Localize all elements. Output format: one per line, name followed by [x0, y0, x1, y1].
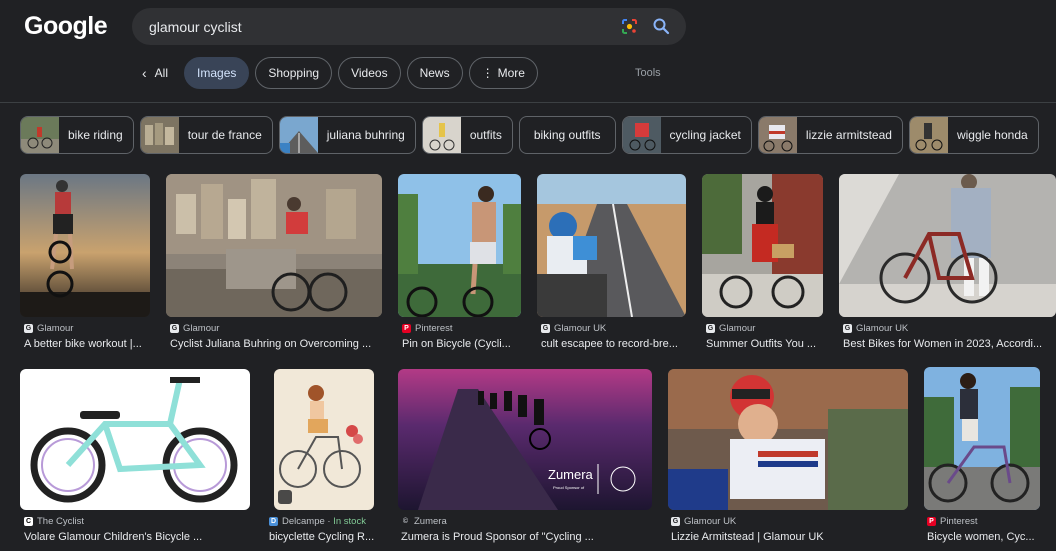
result-source[interactable]: G Glamour UK — [671, 516, 736, 527]
result-caption[interactable]: A better bike workout |... — [24, 338, 150, 350]
result-image[interactable] — [274, 369, 374, 510]
result-source[interactable]: P Pinterest — [927, 516, 978, 527]
chip-thumbnail — [21, 117, 59, 153]
result-image[interactable]: Zumera Proud Sponsor of — [398, 369, 652, 510]
glamour-favicon-icon: G — [541, 324, 550, 333]
pinterest-favicon-icon: P — [402, 324, 411, 333]
result-caption[interactable]: Volare Glamour Children's Bicycle ... — [24, 531, 250, 543]
result-image[interactable] — [20, 174, 150, 317]
image-result-6[interactable]: G Glamour UK Best Bikes for Women in 202… — [839, 174, 1056, 354]
image-result-4[interactable]: G Glamour UK cult escapee to record-bre.… — [537, 174, 686, 354]
chip-wiggle-honda[interactable]: wiggle honda — [908, 116, 1039, 154]
image-result-1[interactable]: G Glamour A better bike workout |... — [20, 174, 150, 354]
image-result-5[interactable]: G Glamour Summer Outfits You ... — [702, 174, 823, 354]
refinement-chips: bike riding tour de france juliana buhri… — [20, 116, 1045, 154]
result-image[interactable] — [537, 174, 686, 317]
chip-thumbnail — [622, 117, 661, 153]
tab-all[interactable]: ‹ All — [136, 57, 178, 89]
result-source[interactable]: G Glamour UK — [843, 323, 908, 334]
result-caption[interactable]: Cyclist Juliana Buhring on Overcoming ..… — [170, 338, 382, 350]
search-icon[interactable] — [652, 17, 670, 35]
image-result-3[interactable]: P Pinterest Pin on Bicycle (Cycli... — [398, 174, 521, 354]
chip-tour-de-france[interactable]: tour de france — [139, 116, 273, 154]
result-caption[interactable]: bicyclette Cycling R... — [269, 531, 379, 543]
zumera-overlay-brand: Zumera — [548, 467, 594, 482]
image-result-7[interactable]: C The Cyclist Volare Glamour Children's … — [20, 369, 250, 549]
result-caption[interactable]: cult escapee to record-bre... — [541, 338, 686, 350]
header-divider — [0, 102, 1056, 103]
image-result-2[interactable]: G Glamour Cyclist Juliana Buhring on Ove… — [166, 174, 382, 354]
chip-lizzie-armitstead[interactable]: lizzie armitstead — [757, 116, 903, 154]
glamour-favicon-icon: G — [706, 324, 715, 333]
result-image[interactable] — [839, 174, 1056, 317]
chip-outfits[interactable]: outfits — [421, 116, 513, 154]
image-result-9[interactable]: Zumera Proud Sponsor of © Zumera Zumera … — [398, 369, 652, 549]
result-image[interactable] — [668, 369, 908, 510]
tools-button[interactable]: Tools — [635, 67, 661, 79]
chip-thumbnail — [422, 117, 461, 153]
chip-cycling-jacket[interactable]: cycling jacket — [621, 116, 752, 154]
result-source[interactable]: G Glamour — [706, 323, 755, 334]
result-image[interactable] — [702, 174, 823, 317]
chip-biking-outfits[interactable]: biking outfits — [518, 116, 616, 154]
result-caption[interactable]: Lizzie Armitstead | Glamour UK — [671, 531, 908, 543]
in-stock-badge: In stock — [333, 516, 366, 527]
search-input[interactable] — [149, 18, 599, 35]
image-result-11[interactable]: P Pinterest Bicycle women, Cyc... — [924, 367, 1040, 549]
result-source[interactable]: G Glamour UK — [541, 323, 606, 334]
tab-shopping[interactable]: Shopping — [255, 57, 333, 89]
glamour-favicon-icon: G — [24, 324, 33, 333]
result-source[interactable]: G Glamour — [24, 323, 73, 334]
search-box[interactable] — [132, 8, 686, 45]
glamour-favicon-icon: G — [671, 517, 680, 526]
result-source[interactable]: © Zumera — [401, 516, 447, 527]
pinterest-favicon-icon: P — [927, 517, 936, 526]
image-result-8[interactable]: D Delcampe · In stock bicyclette Cycling… — [266, 369, 374, 549]
tab-images[interactable]: Images — [184, 57, 250, 89]
google-logo[interactable]: Google — [24, 12, 108, 41]
glamour-favicon-icon: G — [170, 324, 179, 333]
chip-bike-riding[interactable]: bike riding — [20, 116, 134, 154]
result-source[interactable]: D Delcampe · In stock — [269, 516, 366, 527]
result-caption[interactable]: Bicycle women, Cyc... — [927, 531, 1040, 543]
result-caption[interactable]: Pin on Bicycle (Cycli... — [402, 338, 521, 350]
glamour-favicon-icon: G — [843, 324, 852, 333]
image-result-10[interactable]: G Glamour UK Lizzie Armitstead | Glamour… — [668, 369, 908, 549]
chip-juliana-buhring[interactable]: juliana buhring — [278, 116, 416, 154]
tab-news[interactable]: News — [406, 57, 463, 89]
search-tabs: ‹ All Images Shopping Videos News ⋮ More — [136, 57, 544, 89]
tab-more[interactable]: ⋮ More — [468, 57, 538, 89]
delcampe-favicon-icon: D — [269, 517, 278, 526]
result-caption[interactable]: Best Bikes for Women in 2023, Accordi... — [843, 338, 1054, 350]
result-source[interactable]: P Pinterest — [402, 323, 453, 334]
result-image[interactable] — [166, 174, 382, 317]
chip-thumbnail — [140, 117, 179, 153]
tab-videos[interactable]: Videos — [338, 57, 401, 89]
cyclist-favicon-icon: C — [24, 517, 33, 526]
tag-icon — [278, 490, 292, 504]
result-source[interactable]: C The Cyclist — [24, 516, 84, 527]
result-image[interactable] — [924, 367, 1040, 510]
result-source[interactable]: G Glamour — [170, 323, 219, 334]
result-caption[interactable]: Summer Outfits You ... — [706, 338, 823, 350]
result-image[interactable] — [398, 174, 521, 317]
zumera-favicon-icon: © — [402, 518, 409, 525]
result-caption[interactable]: Zumera is Proud Sponsor of "Cycling ... — [401, 531, 651, 543]
chip-thumbnail — [279, 117, 318, 153]
chip-thumbnail — [909, 117, 948, 153]
chevron-left-icon: ‹ — [142, 65, 147, 81]
result-image[interactable] — [20, 369, 250, 510]
zumera-overlay-sub: Proud Sponsor of — [553, 485, 585, 490]
more-vert-icon: ⋮ — [481, 66, 494, 80]
google-lens-icon[interactable] — [621, 18, 638, 35]
chip-thumbnail — [758, 117, 797, 153]
